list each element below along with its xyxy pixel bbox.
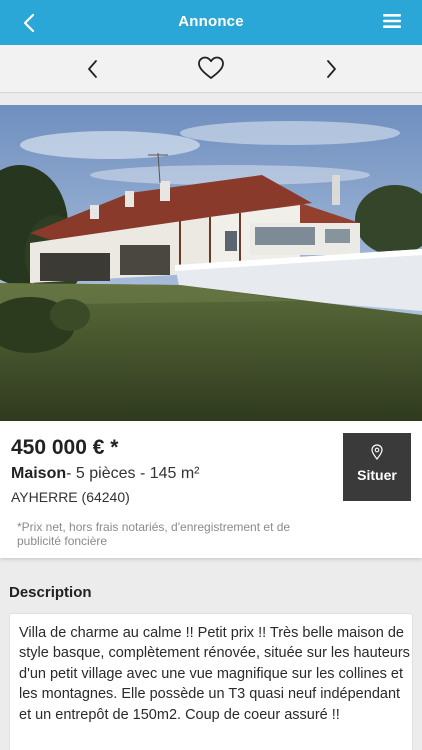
page-title: Annonce <box>178 13 244 30</box>
property-location: AYHERRE (64240) <box>11 489 130 505</box>
description-text: Villa de charme au calme !! Petit prix !… <box>19 625 410 723</box>
locate-button[interactable]: Situer <box>343 433 411 501</box>
heart-outline-icon <box>198 56 224 79</box>
map-pin-icon <box>371 444 383 460</box>
description-heading: Description <box>9 584 92 601</box>
menu-button[interactable] <box>382 13 402 29</box>
listing-info-card: 450 000 € * Maison- 5 pièces - 145 m² AY… <box>0 421 422 558</box>
property-summary: Maison- 5 pièces - 145 m² <box>11 465 200 483</box>
house-photo <box>0 105 422 421</box>
chevron-right-icon <box>327 60 336 78</box>
hamburger-menu-icon <box>383 14 401 28</box>
app-bar: Annonce <box>0 0 422 45</box>
chevron-left-icon <box>88 60 97 78</box>
locate-label: Situer <box>357 467 397 483</box>
price-disclaimer: *Prix net, hors frais notariés, d'enregi… <box>17 520 291 548</box>
previous-listing-button[interactable] <box>82 57 104 81</box>
next-listing-button[interactable] <box>320 57 342 81</box>
property-type: Maison <box>11 465 67 482</box>
listing-nav-bar <box>0 45 422 93</box>
property-details: - 5 pièces - 145 m² <box>66 465 200 482</box>
favorite-button[interactable] <box>197 55 225 81</box>
description-card: Villa de charme au calme !! Petit prix !… <box>9 613 413 750</box>
price: 450 000 € * <box>11 436 119 459</box>
property-photo[interactable] <box>0 105 422 421</box>
